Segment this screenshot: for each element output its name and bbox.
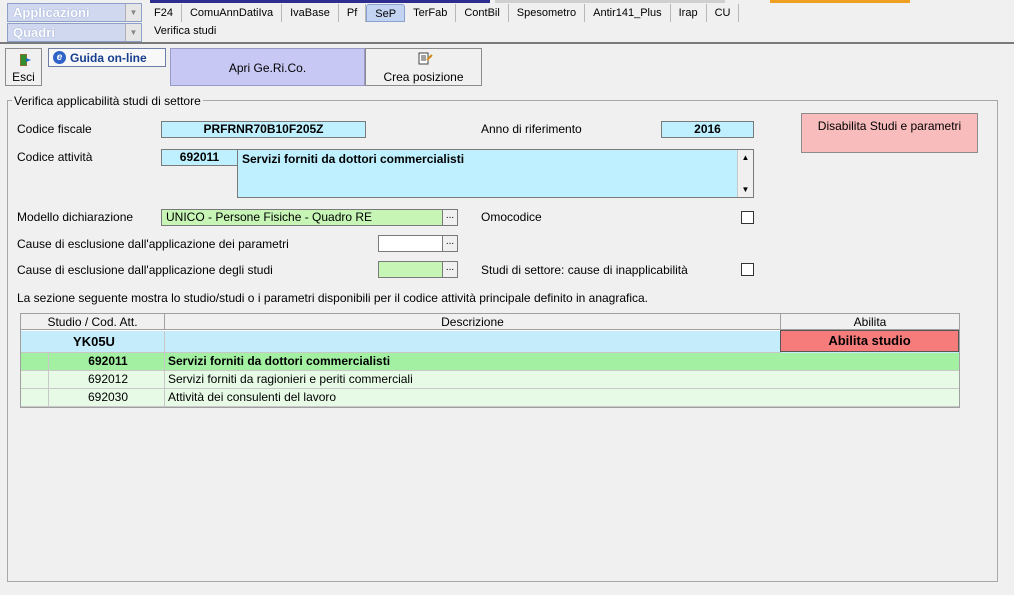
activity-code-field[interactable]: 692011	[161, 149, 238, 166]
activity-code-label: Codice attività	[17, 150, 93, 164]
open-gerico-button[interactable]: Apri Ge.Ri.Co.	[170, 48, 365, 86]
online-guide-label: Guida on-line	[70, 51, 147, 65]
module-tabs: F24 ComuAnnDatiIva IvaBase Pf SeP TerFab…	[146, 4, 740, 22]
activity-description-cell: Attività dei consulenti del lavoro	[165, 389, 959, 407]
browser-e-icon: e	[53, 51, 66, 64]
omocodice-label: Omocodice	[481, 210, 542, 224]
activity-description-text: Servizi forniti da dottori commercialist…	[242, 152, 465, 166]
studies-exclusion-browse-button[interactable]: ...	[442, 261, 458, 278]
applications-combo-label: Applicazioni	[13, 5, 90, 20]
sections-combo-label: Quadri	[13, 25, 55, 40]
declaration-model-field[interactable]: UNICO - Persone Fisiche - Quadro RE	[161, 209, 443, 226]
accent-strip-blue	[150, 0, 490, 3]
tax-code-label: Codice fiscale	[17, 122, 92, 136]
table-row[interactable]: 692030 Attività dei consulenti del lavor…	[21, 389, 959, 407]
activity-description-textarea[interactable]: Servizi forniti da dottori commercialist…	[237, 149, 754, 198]
enable-study-button[interactable]: Abilita studio	[780, 330, 959, 352]
column-header-descrizione: Descrizione	[165, 314, 781, 330]
activity-code-cell: 692011	[49, 353, 165, 371]
page-subtitle: Verifica studi	[154, 25, 217, 37]
activity-code-cell: 692030	[49, 389, 165, 407]
top-navigation-bar: Applicazioni ▼ Quadri ▼ F24 ComuAnnDatiI…	[0, 0, 1014, 44]
chevron-down-icon[interactable]: ▼	[125, 4, 141, 21]
tab-irap[interactable]: Irap	[671, 4, 707, 22]
tab-terfab[interactable]: TerFab	[405, 4, 457, 22]
column-header-abilita: Abilita	[781, 314, 959, 330]
table-row[interactable]: 692011 Servizi forniti da dottori commer…	[21, 353, 959, 371]
description-scrollbar[interactable]: ▲ ▼	[737, 150, 753, 197]
create-position-button[interactable]: Crea posizione	[365, 48, 482, 86]
tab-comuanndatiiva[interactable]: ComuAnnDatiIva	[182, 4, 283, 22]
sections-combo[interactable]: Quadri ▼	[7, 23, 142, 42]
chevron-down-icon[interactable]: ▼	[125, 24, 141, 41]
tab-spesometro[interactable]: Spesometro	[509, 4, 586, 22]
activity-description-cell: Servizi forniti da dottori commercialist…	[165, 353, 959, 371]
tab-antir141-plus[interactable]: Antir141_Plus	[585, 4, 671, 22]
exit-button[interactable]: Esci	[5, 48, 42, 86]
online-guide-button[interactable]: e Guida on-line	[48, 48, 166, 67]
reference-year-label: Anno di riferimento	[481, 122, 582, 136]
applications-combo[interactable]: Applicazioni ▼	[7, 3, 142, 22]
param-exclusion-label: Cause di esclusione dall'applicazione de…	[17, 237, 289, 251]
studio-description-cell	[165, 331, 781, 353]
disable-studies-button[interactable]: Disabilita Studi e parametri	[801, 113, 978, 153]
declaration-model-label: Modello dichiarazione	[17, 210, 134, 224]
studies-exclusion-label: Cause di esclusione dall'applicazione de…	[17, 263, 273, 277]
declaration-model-browse-button[interactable]: ...	[442, 209, 458, 226]
new-document-icon	[418, 52, 433, 65]
tab-sep[interactable]: SeP	[366, 4, 406, 22]
tab-contbil[interactable]: ContBil	[456, 4, 509, 22]
studies-exclusion-field[interactable]	[378, 261, 443, 278]
tab-ivabase[interactable]: IvaBase	[282, 4, 339, 22]
groupbox-title: Verifica applicabilità studi di settore	[12, 94, 203, 108]
open-gerico-label: Apri Ge.Ri.Co.	[228, 61, 307, 75]
scroll-down-icon[interactable]: ▼	[738, 182, 753, 197]
tax-code-field[interactable]: PRFRNR70B10F205Z	[161, 121, 366, 138]
create-position-label: Crea posizione	[383, 70, 464, 84]
accent-strip-orange	[770, 0, 910, 3]
info-text: La sezione seguente mostra lo studio/stu…	[17, 291, 649, 305]
tab-f24[interactable]: F24	[146, 4, 182, 22]
param-exclusion-field[interactable]	[378, 235, 443, 252]
studio-code-cell: YK05U	[21, 331, 165, 353]
inapplicability-label: Studi di settore: cause di inapplicabili…	[481, 263, 688, 277]
activity-code-cell: 692012	[49, 371, 165, 389]
reference-year-field[interactable]: 2016	[661, 121, 754, 138]
tab-pf[interactable]: Pf	[339, 4, 367, 22]
studies-table: Studio / Cod. Att. Descrizione Abilita Y…	[20, 313, 960, 408]
column-header-studio: Studio / Cod. Att.	[21, 314, 165, 330]
scroll-up-icon[interactable]: ▲	[738, 150, 753, 165]
activity-description-cell: Servizi forniti da ragionieri e periti c…	[165, 371, 959, 389]
param-exclusion-browse-button[interactable]: ...	[442, 235, 458, 252]
exit-door-icon	[20, 54, 31, 66]
inapplicability-checkbox[interactable]	[741, 263, 754, 276]
exit-label: Esci	[12, 70, 35, 84]
omocodice-checkbox[interactable]	[741, 211, 754, 224]
table-row[interactable]: 692012 Servizi forniti da ragionieri e p…	[21, 371, 959, 389]
accent-strip-gray	[495, 0, 725, 3]
tab-cu[interactable]: CU	[707, 4, 740, 22]
